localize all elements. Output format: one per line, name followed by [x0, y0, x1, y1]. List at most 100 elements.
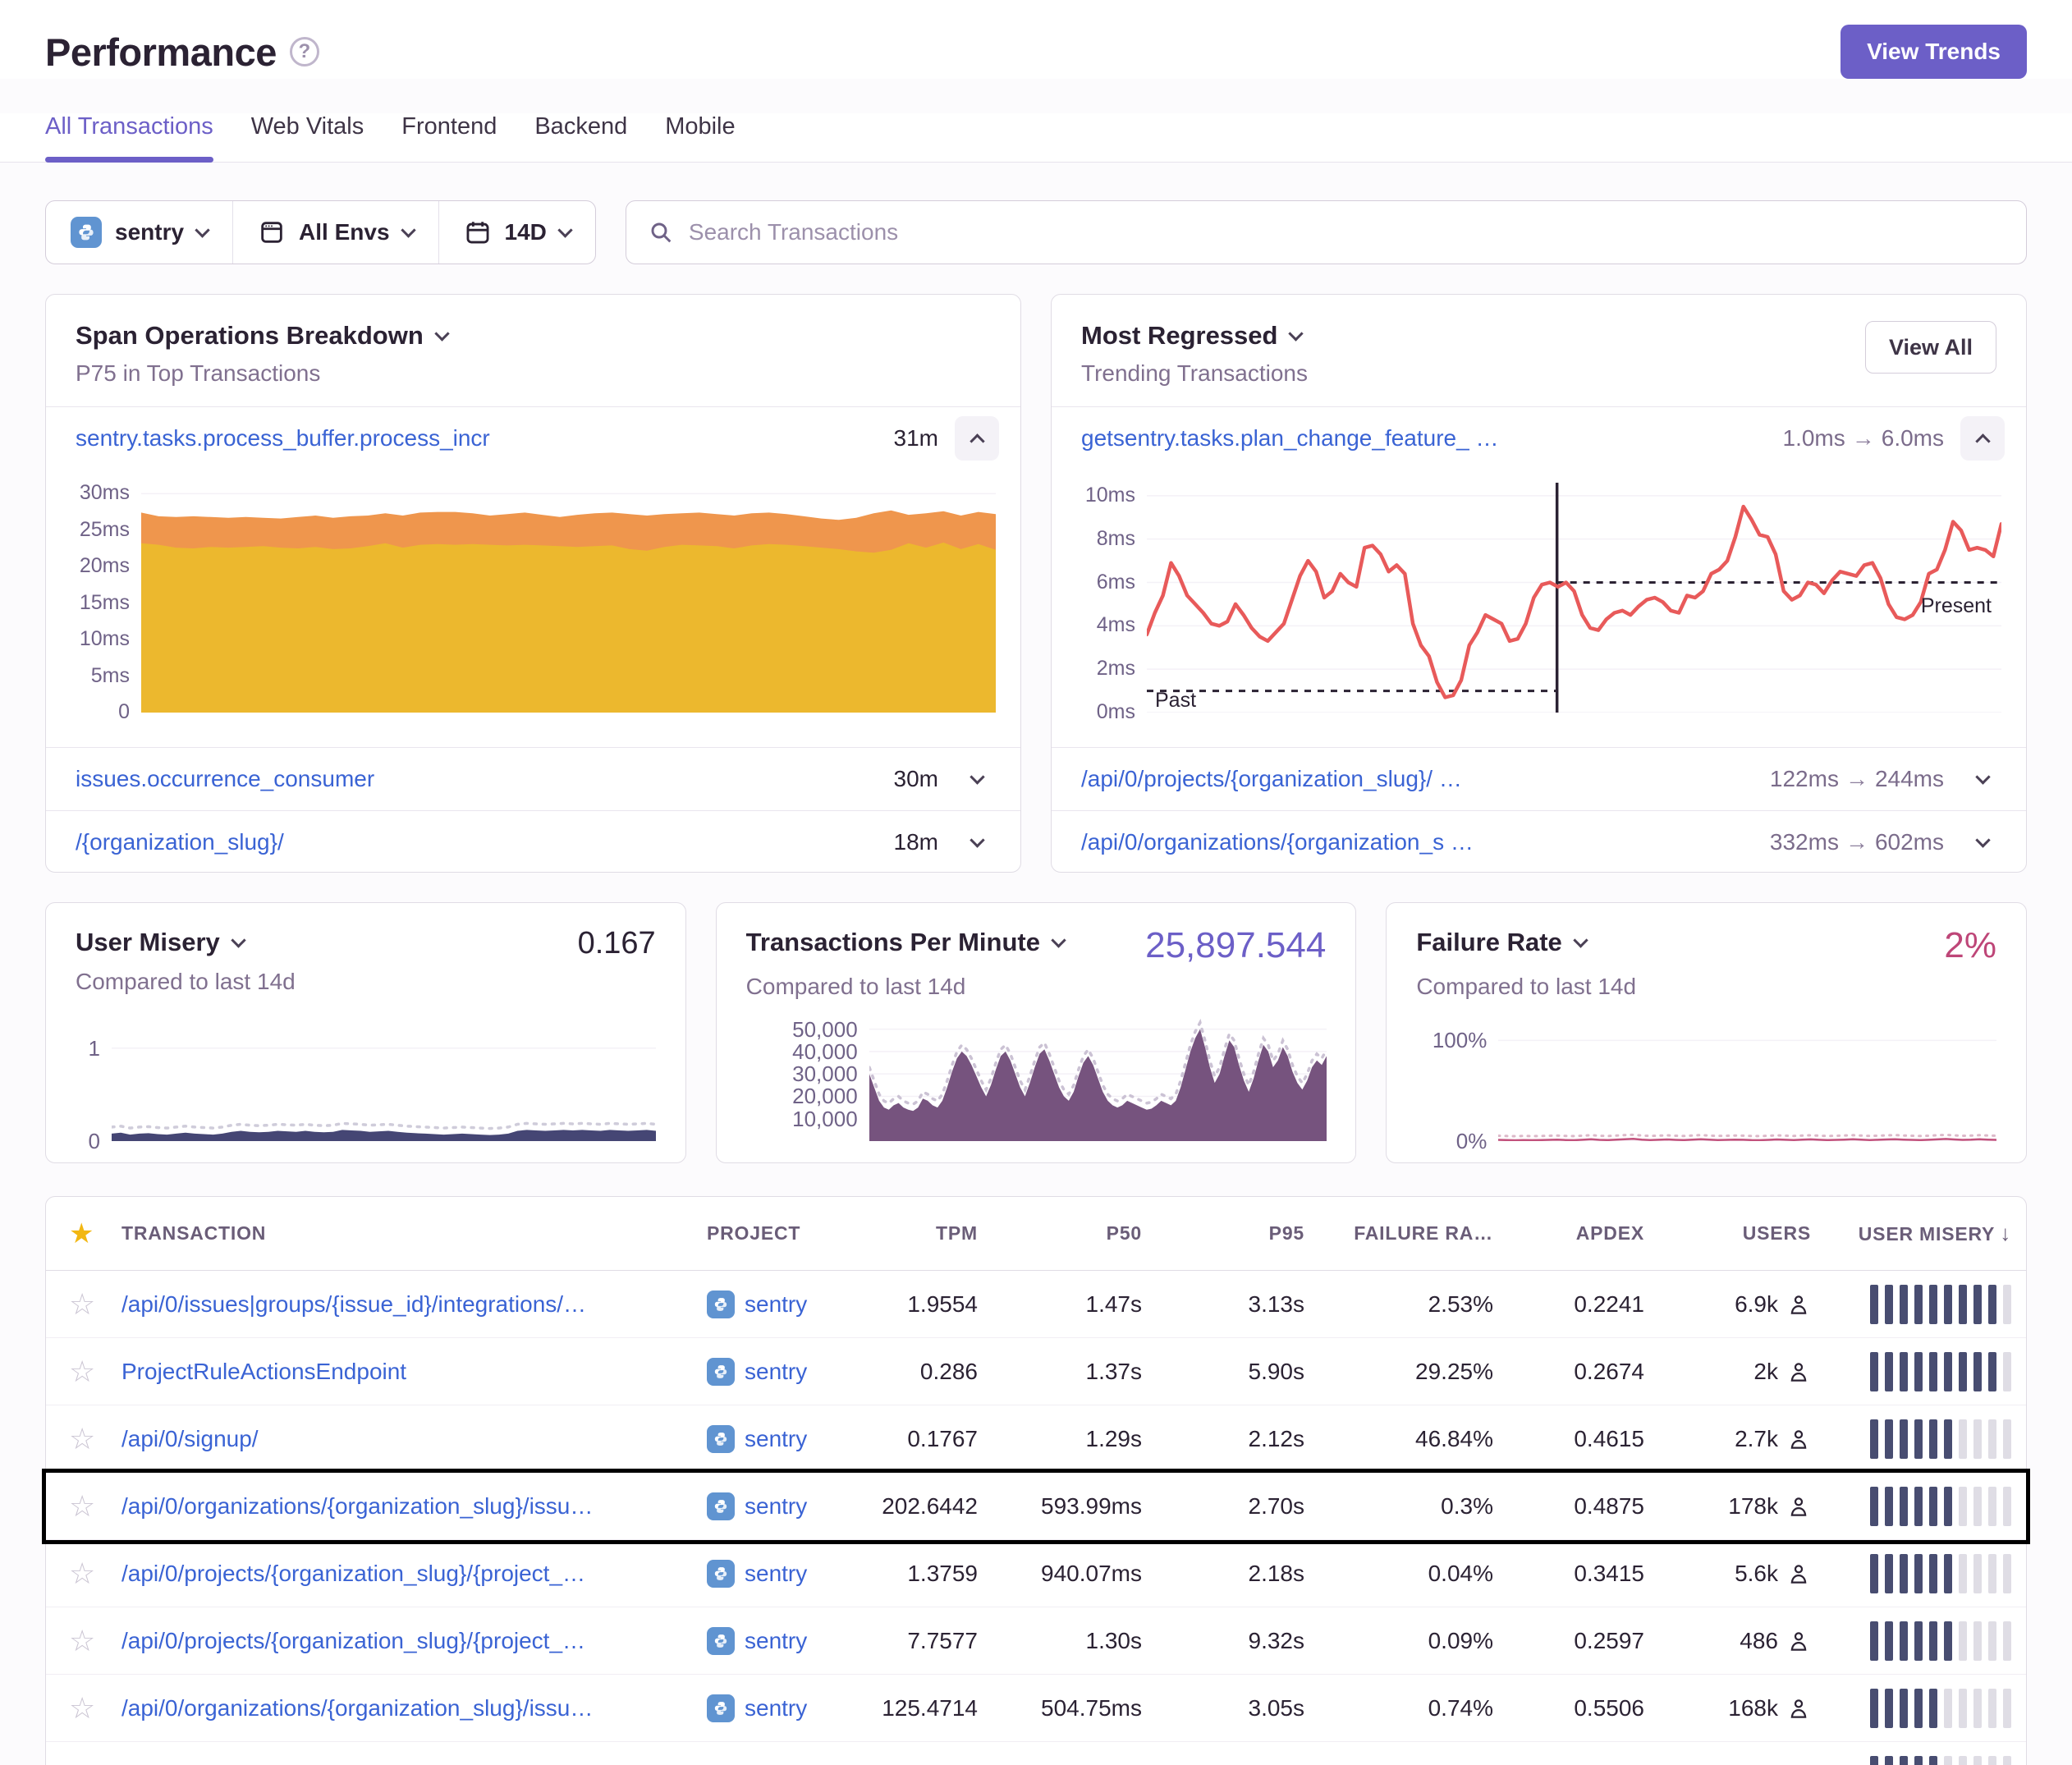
chevron-down-icon: [970, 769, 984, 784]
span-operations-panel: Span Operations Breakdown P75 in Top Tra…: [45, 294, 1021, 873]
regression-link[interactable]: getsentry.tasks.plan_change_feature_ …: [1081, 425, 1498, 452]
column-p95[interactable]: P95: [1142, 1222, 1304, 1245]
python-project-icon: [71, 217, 102, 248]
failure-rate-cell: 29.25%: [1304, 1359, 1493, 1385]
python-project-icon: [707, 1627, 735, 1655]
apdex-cell: 0.2597: [1493, 1628, 1644, 1654]
project-link[interactable]: sentry: [745, 1359, 807, 1385]
user-misery-bars: [1811, 1352, 2026, 1391]
tab-backend[interactable]: Backend: [534, 113, 627, 162]
column-apdex[interactable]: APDEX: [1493, 1222, 1644, 1245]
favorite-star[interactable]: ☆: [46, 1559, 121, 1588]
expand-button[interactable]: [1960, 757, 2005, 801]
chevron-down-icon: [970, 832, 984, 847]
transactions-table: ★ TRANSACTION PROJECT TPM P50 P95 FAILUR…: [45, 1196, 2027, 1765]
sort-descending-icon: ↓: [2000, 1221, 2011, 1245]
help-icon[interactable]: ?: [290, 37, 319, 66]
tpm-plot: [869, 1018, 1327, 1141]
span-op-link[interactable]: issues.occurrence_consumer: [76, 766, 374, 792]
date-range-selector[interactable]: 14D: [438, 201, 595, 264]
environment-selector[interactable]: All Envs: [232, 201, 438, 264]
regression-row: /api/0/organizations/{organization_s … 3…: [1052, 811, 2026, 873]
transaction-link[interactable]: /api/0/signup/: [121, 1426, 259, 1451]
failure-rate-cell: 0.3%: [1304, 1493, 1493, 1520]
transaction-link[interactable]: /api/0/projects/{organization_slug}/{pro…: [121, 1561, 585, 1586]
span-operations-dropdown[interactable]: Span Operations Breakdown: [76, 321, 447, 351]
p50-cell: 1.47s: [978, 1291, 1142, 1318]
tpm-cell: 7.7577: [846, 1628, 978, 1654]
most-regressed-dropdown[interactable]: Most Regressed: [1081, 321, 1308, 351]
column-users[interactable]: USERS: [1644, 1222, 1811, 1245]
expand-button[interactable]: [955, 820, 999, 864]
failure-rate-title: Failure Rate: [1416, 928, 1561, 957]
failure-rate-dropdown[interactable]: Failure Rate: [1416, 928, 1585, 957]
tab-all-transactions[interactable]: All Transactions: [45, 113, 213, 162]
tpm-value: 25,897.544: [1145, 928, 1326, 964]
collapse-button[interactable]: [955, 416, 999, 461]
favorite-star[interactable]: ☆: [46, 1694, 121, 1723]
span-op-link[interactable]: /{organization_slug}/: [76, 829, 284, 855]
favorite-star[interactable]: ☆: [46, 1492, 121, 1521]
transaction-link[interactable]: /api/0/projects/{organization_slug}/{pro…: [121, 1628, 585, 1653]
collapse-button[interactable]: [1960, 416, 2005, 461]
stacked-area-plot: [141, 483, 996, 713]
regression-link[interactable]: /api/0/projects/{organization_slug}/ …: [1081, 766, 1462, 792]
project-cell: sentry: [707, 1492, 846, 1520]
transaction-link[interactable]: /api/0/organizations/{organization_slug}…: [121, 1695, 593, 1721]
chevron-down-icon: [1051, 933, 1066, 947]
user-icon: [1786, 1561, 1811, 1586]
view-trends-button[interactable]: View Trends: [1841, 25, 2027, 79]
transaction-link[interactable]: ProjectRuleActionsEndpoint: [121, 1359, 406, 1384]
span-op-row-expanded: sentry.tasks.process_buffer.process_incr…: [46, 407, 1020, 470]
favorite-star[interactable]: ☆: [46, 1626, 121, 1656]
failure-rate-cell: 0.09%: [1304, 1628, 1493, 1654]
tab-web-vitals[interactable]: Web Vitals: [251, 113, 364, 162]
p95-cell: 3.13s: [1142, 1291, 1304, 1318]
column-tpm[interactable]: TPM: [846, 1222, 978, 1245]
table-row: ☆/api/0/issues|groups/{issue_id}/integra…: [46, 1271, 2026, 1338]
tab-bar: All Transactions Web Vitals Frontend Bac…: [0, 113, 2072, 163]
span-op-link[interactable]: sentry.tasks.process_buffer.process_incr: [76, 425, 490, 452]
user-misery-bars: [1811, 1554, 2026, 1593]
project-link[interactable]: sentry: [745, 1561, 807, 1587]
expand-button[interactable]: [955, 757, 999, 801]
failure-rate-card: Failure Rate 2% Compared to last 14d 100…: [1386, 902, 2027, 1163]
table-row: [46, 1742, 2026, 1765]
present-label: Present: [1921, 594, 1992, 618]
tab-frontend[interactable]: Frontend: [401, 113, 497, 162]
user-misery-bars: [1811, 1621, 2026, 1661]
project-link[interactable]: sentry: [745, 1493, 807, 1520]
favorite-star[interactable]: ☆: [46, 1424, 121, 1454]
user-misery-bars: [1811, 1285, 2026, 1324]
project-link[interactable]: sentry: [745, 1291, 807, 1318]
column-p50[interactable]: P50: [978, 1222, 1142, 1245]
favorite-column-star-icon[interactable]: ★: [46, 1220, 121, 1248]
project-link[interactable]: sentry: [745, 1628, 807, 1654]
transaction-link[interactable]: /api/0/issues|groups/{issue_id}/integrat…: [121, 1291, 586, 1317]
transaction-link[interactable]: /api/0/organizations/{organization_slug}…: [121, 1493, 593, 1519]
favorite-star[interactable]: ☆: [46, 1357, 121, 1387]
regression-link[interactable]: /api/0/organizations/{organization_s …: [1081, 829, 1474, 855]
view-all-button[interactable]: View All: [1865, 321, 1996, 374]
expand-button[interactable]: [1960, 820, 2005, 864]
column-user-misery[interactable]: USER MISERY↓: [1811, 1221, 2026, 1246]
tab-mobile[interactable]: Mobile: [665, 113, 735, 162]
column-project[interactable]: PROJECT: [707, 1222, 846, 1245]
user-misery-dropdown[interactable]: User Misery: [76, 928, 244, 957]
search-input[interactable]: [689, 219, 2005, 245]
p95-cell: 2.70s: [1142, 1493, 1304, 1520]
favorite-star[interactable]: ☆: [46, 1290, 121, 1319]
failure-rate-cell: 0.74%: [1304, 1695, 1493, 1721]
apdex-cell: 0.2241: [1493, 1291, 1644, 1318]
metric-cards: User Misery 0.167 Compared to last 14d 1…: [45, 902, 2027, 1163]
chevron-down-icon: [1975, 832, 1990, 847]
project-link[interactable]: sentry: [745, 1695, 807, 1721]
column-transaction[interactable]: TRANSACTION: [121, 1222, 707, 1245]
project-link[interactable]: sentry: [745, 1426, 807, 1452]
span-operations-title: Span Operations Breakdown: [76, 321, 424, 351]
tpm-dropdown[interactable]: Transactions Per Minute: [746, 928, 1064, 957]
project-selector[interactable]: sentry: [46, 201, 232, 264]
python-project-icon: [707, 1291, 735, 1318]
project-cell: sentry: [707, 1694, 846, 1722]
column-failure-rate[interactable]: FAILURE RA…: [1304, 1222, 1493, 1245]
